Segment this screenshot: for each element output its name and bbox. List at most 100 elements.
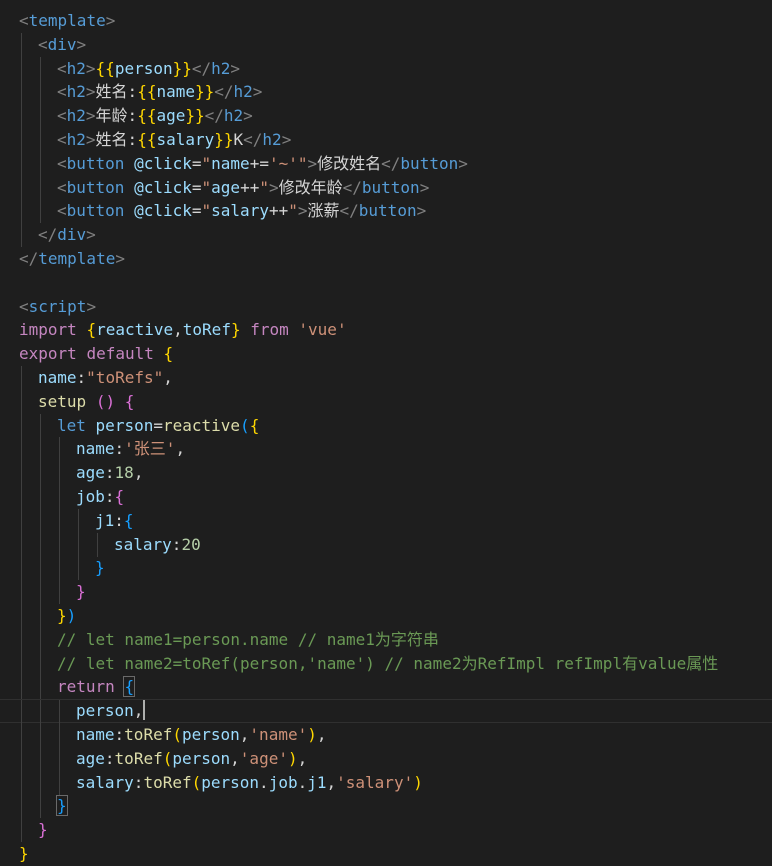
indent-guide: [40, 80, 41, 105]
indent-guide: [21, 532, 22, 557]
indent-guide: [59, 580, 60, 605]
code-line[interactable]: name:'张三',: [0, 437, 772, 462]
code-line[interactable]: <script>: [0, 295, 772, 319]
code-text: }): [57, 604, 76, 628]
code-text: setup () {: [38, 390, 134, 414]
indent-guide: [59, 461, 60, 486]
code-line[interactable]: <h2>姓名:{{name}}</h2>: [0, 80, 772, 105]
indent-guide: [21, 151, 22, 176]
indent-guide: [40, 532, 41, 557]
indent-guide: [21, 461, 22, 486]
code-line[interactable]: return {: [0, 675, 772, 700]
indent-guide: [21, 651, 22, 676]
code-token: let: [57, 415, 86, 435]
code-line[interactable]: }: [0, 556, 772, 581]
code-line[interactable]: age:toRef(person,'age'),: [0, 746, 772, 771]
code-line[interactable]: name:toRef(person,'name'),: [0, 723, 772, 747]
code-token: {{: [137, 82, 157, 102]
indent-guide: [21, 437, 22, 462]
code-line[interactable]: <h2>年龄:{{age}}</h2>: [0, 104, 772, 129]
indent-guide: [21, 56, 22, 81]
code-line[interactable]: <button @click="age++">修改年龄</button>: [0, 175, 772, 200]
code-line[interactable]: <button @click="salary++">涨薪</button>: [0, 199, 772, 224]
code-token: button: [66, 177, 125, 197]
code-line[interactable]: age:18,: [0, 461, 772, 486]
code-line[interactable]: <h2>{{person}}</h2>: [0, 56, 772, 81]
code-token: setup: [38, 391, 87, 411]
indent-guide: [40, 437, 41, 462]
code-line[interactable]: </template>: [0, 247, 772, 271]
code-text: name:'张三',: [76, 437, 185, 461]
code-token: {: [114, 487, 125, 506]
code-token: :: [104, 463, 115, 483]
code-line[interactable]: person,: [0, 699, 772, 725]
code-line[interactable]: <template>: [0, 9, 772, 33]
indent-guide: [78, 508, 79, 533]
code-token: button: [358, 201, 417, 221]
indent-guide: [21, 700, 22, 725]
code-token: h2: [66, 82, 86, 102]
code-line[interactable]: name:"toRefs",: [0, 366, 772, 390]
code-token: {: [124, 391, 135, 411]
code-line[interactable]: }: [0, 842, 772, 866]
code-token: toRef: [124, 725, 173, 744]
code-token: <: [57, 82, 67, 102]
code-token: 'salary': [336, 772, 414, 792]
code-token: person: [95, 415, 154, 435]
code-token: j1: [95, 510, 115, 530]
code-line[interactable]: // let name1=person.name // name1为字符串: [0, 627, 772, 652]
code-line[interactable]: // let name2=toRef(person,'name') // nam…: [0, 651, 772, 676]
code-token: job: [76, 487, 105, 506]
code-token: >: [85, 130, 96, 149]
indent-guide: [21, 485, 22, 509]
indent-guide: [59, 485, 60, 509]
indent-guide: [40, 199, 41, 224]
code-token: }}: [172, 58, 192, 78]
code-token: @click: [134, 201, 192, 221]
code-token: <: [19, 296, 29, 316]
code-token: ,: [133, 463, 144, 483]
code-line[interactable]: let person=reactive({: [0, 413, 772, 438]
code-token: person: [172, 748, 231, 768]
code-text: <div>: [38, 33, 86, 57]
code-token: ++: [268, 201, 289, 221]
code-line[interactable]: salary:toRef(person.job.j1,'salary'): [0, 770, 772, 795]
code-line[interactable]: <h2>姓名:{{salary}}K</h2>: [0, 128, 772, 152]
code-token: ,: [163, 368, 173, 387]
code-line[interactable]: import {reactive,toRef} from 'vue': [0, 318, 772, 342]
code-line[interactable]: }: [0, 580, 772, 605]
indent-guide: [40, 556, 41, 581]
code-token: from: [250, 320, 289, 340]
code-line[interactable]: j1:{: [0, 508, 772, 533]
code-line[interactable]: [0, 271, 772, 295]
code-line[interactable]: }): [0, 604, 772, 628]
code-line[interactable]: }: [0, 794, 772, 819]
indent-guide: [21, 556, 22, 581]
code-token: :: [76, 368, 87, 387]
code-token: name: [156, 82, 195, 102]
code-line[interactable]: export default {: [0, 342, 772, 366]
code-token: (: [162, 748, 173, 768]
code-text: person,: [76, 700, 146, 722]
code-line[interactable]: }: [0, 818, 772, 843]
code-line[interactable]: </div>: [0, 223, 772, 248]
code-line[interactable]: salary:20: [0, 532, 772, 557]
code-line[interactable]: job:{: [0, 485, 772, 509]
code-line[interactable]: <button @click="name+='~'">修改姓名</button>: [0, 151, 772, 176]
code-token: {: [123, 510, 134, 530]
code-editor[interactable]: <template> <div> <h2>{{person}}</h2> <h2>姓名…: [0, 0, 772, 863]
code-token: </: [381, 153, 401, 173]
code-line[interactable]: <div>: [0, 32, 772, 57]
code-text: </template>: [19, 247, 125, 271]
code-token: }: [57, 606, 67, 625]
code-text: job:{: [76, 485, 124, 509]
code-token: }}: [185, 106, 205, 126]
code-line[interactable]: setup () {: [0, 389, 772, 414]
code-token: {{: [95, 58, 115, 78]
code-token: 姓名:: [95, 130, 138, 149]
code-token: }: [56, 795, 68, 817]
code-token: =: [191, 201, 202, 221]
